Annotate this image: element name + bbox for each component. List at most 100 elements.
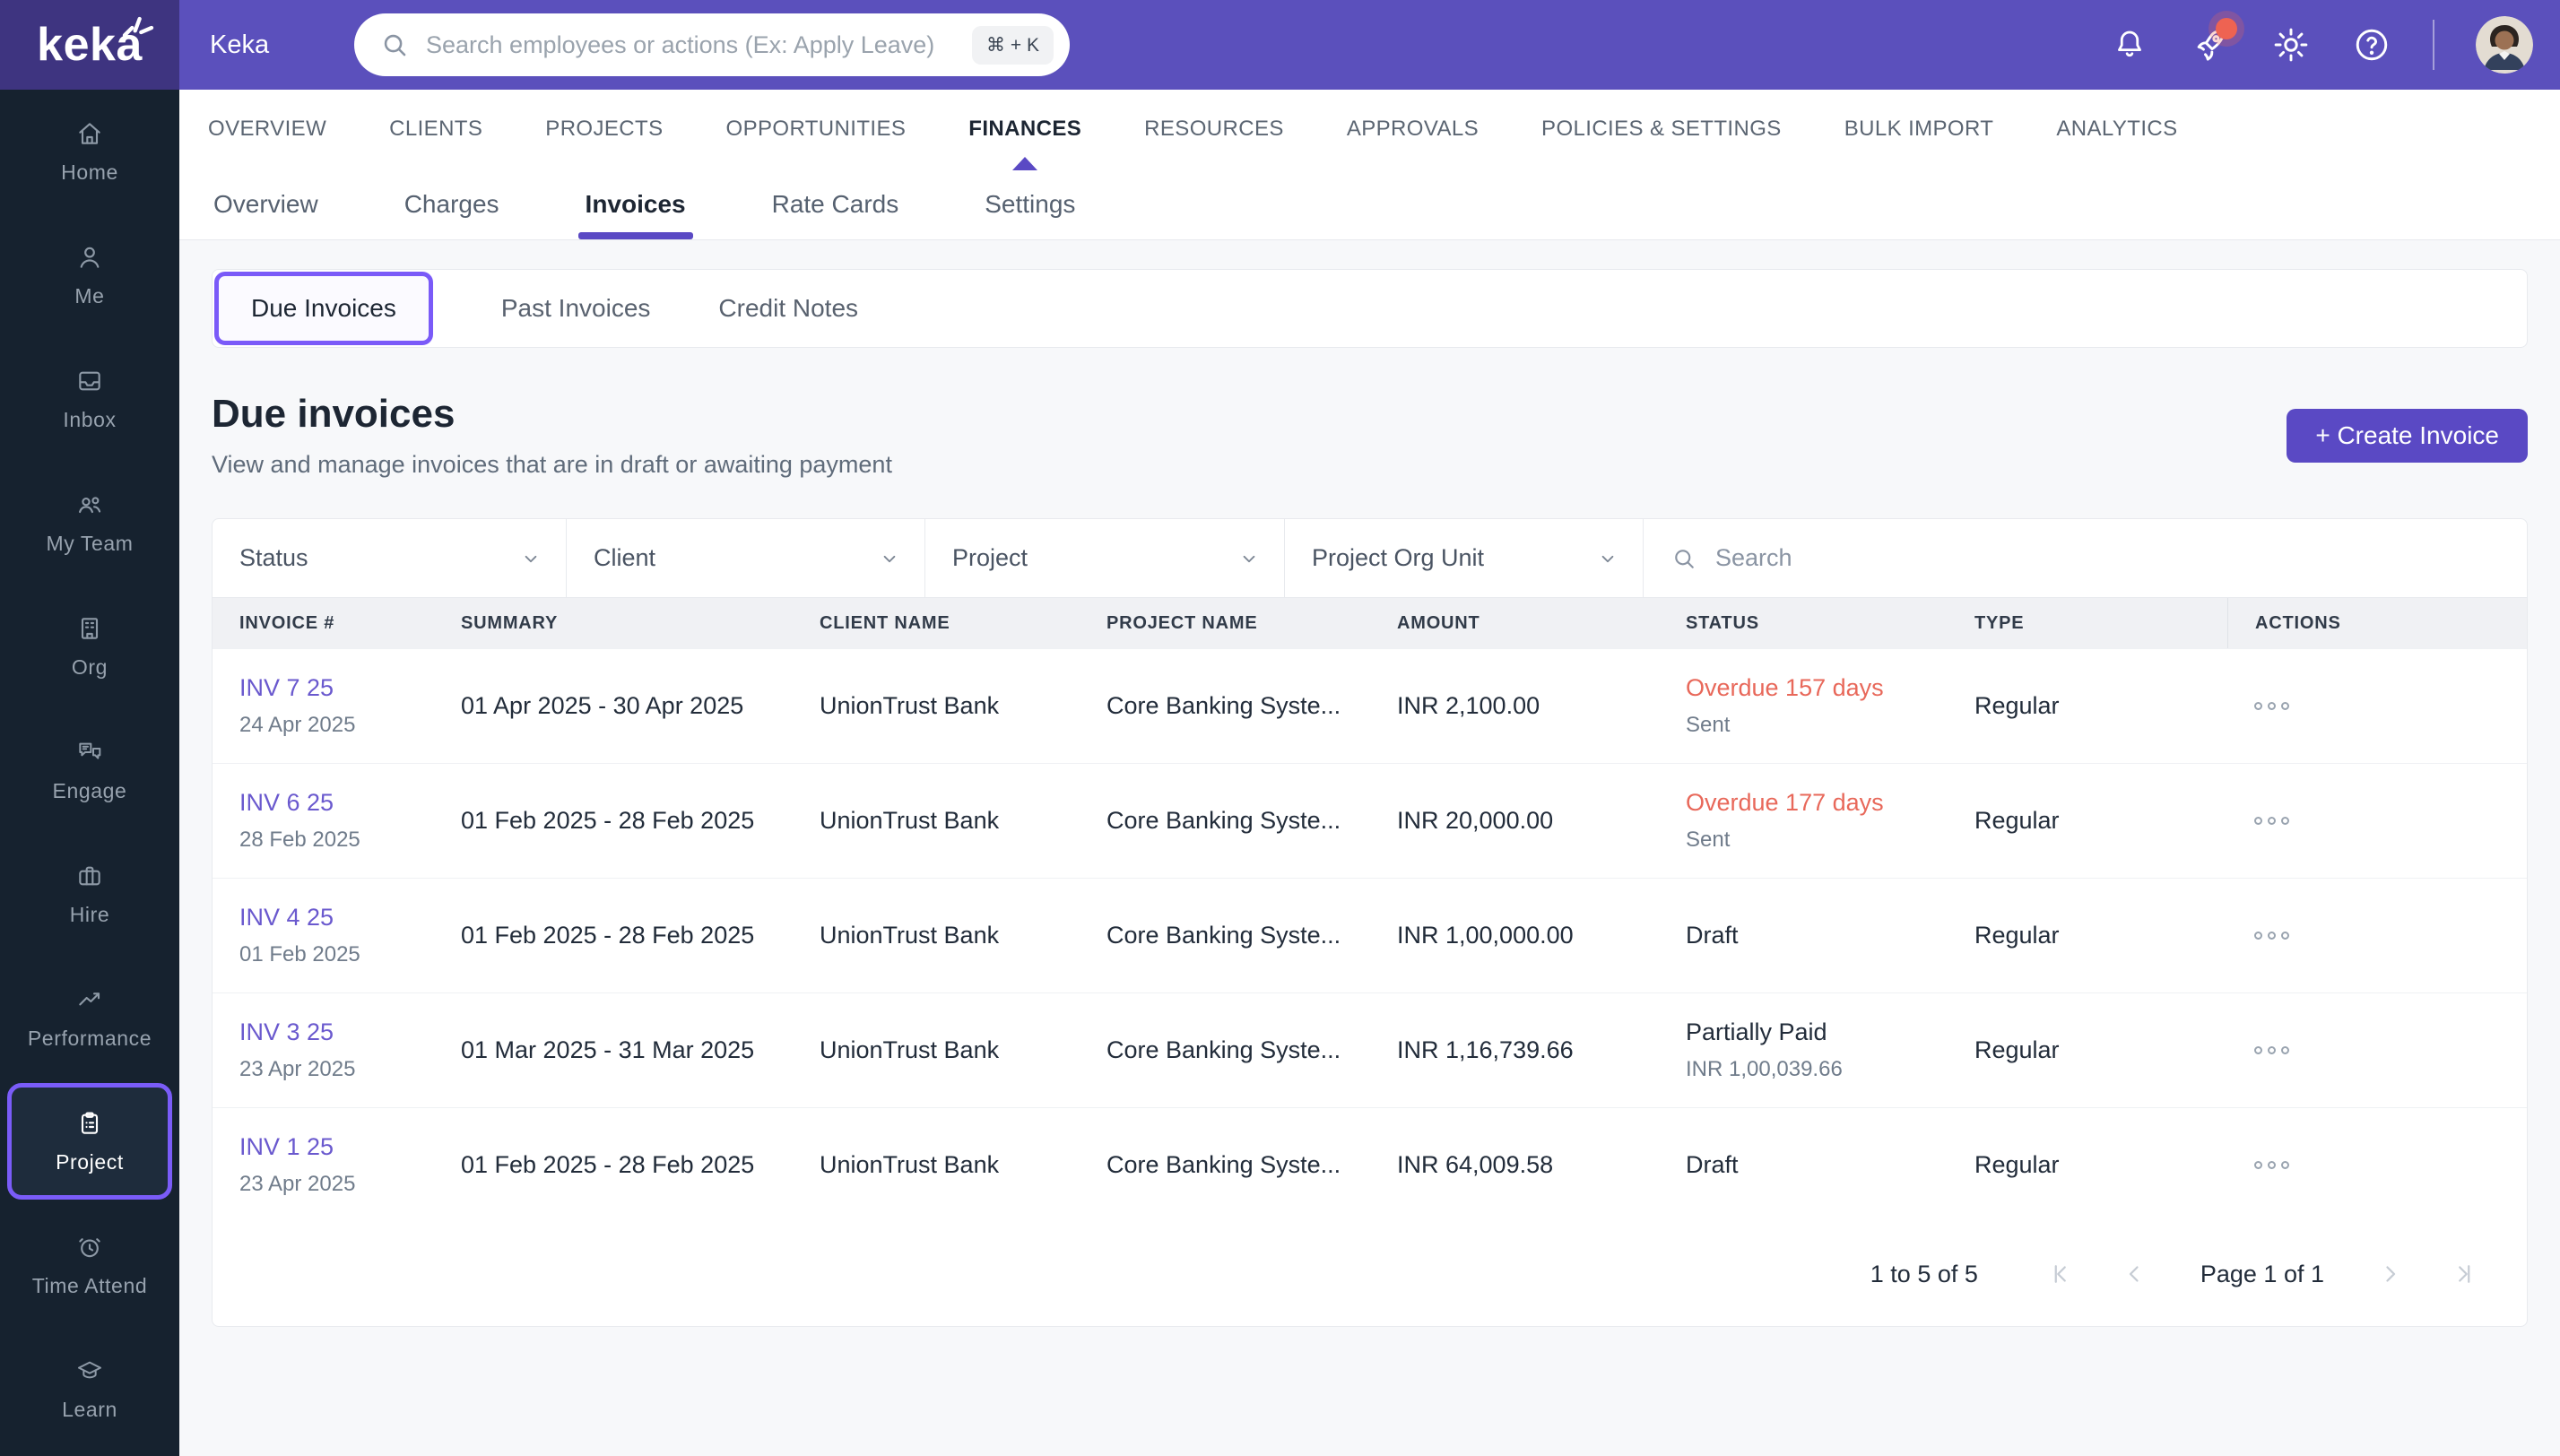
page-content: Due Invoices Past Invoices Credit Notes … bbox=[179, 240, 2560, 1456]
col-invoice: INVOICE # bbox=[239, 612, 335, 633]
sidebar-label: Org bbox=[71, 654, 108, 679]
gear-icon[interactable] bbox=[2271, 25, 2311, 65]
status-primary: Overdue 157 days bbox=[1686, 674, 1884, 701]
summary-cell: 01 Mar 2025 - 31 Mar 2025 bbox=[461, 1036, 755, 1063]
tab-approvals[interactable]: APPROVALS bbox=[1347, 90, 1479, 169]
sidebar-item-my-team[interactable]: My Team bbox=[0, 461, 179, 585]
pagination-range: 1 to 5 of 5 bbox=[1870, 1260, 1978, 1287]
amount-cell: INR 1,16,739.66 bbox=[1397, 1036, 1574, 1063]
invoice-tabs-card: Due Invoices Past Invoices Credit Notes bbox=[212, 269, 2528, 348]
sidebar-item-org[interactable]: Org bbox=[0, 585, 179, 708]
table-search-input[interactable] bbox=[1715, 544, 2500, 572]
bell-icon[interactable] bbox=[2110, 25, 2149, 65]
rocket-icon[interactable] bbox=[2191, 18, 2237, 65]
sidebar-item-engage[interactable]: Engage bbox=[0, 708, 179, 832]
sidebar-label: Time Attend bbox=[31, 1273, 148, 1297]
global-search[interactable]: ⌘ + K bbox=[354, 13, 1070, 76]
sidebar-item-home[interactable]: Home bbox=[0, 90, 179, 213]
sidebar-label: My Team bbox=[46, 531, 134, 555]
invoice-number-link[interactable]: INV 1 25 bbox=[239, 1133, 434, 1161]
help-icon[interactable] bbox=[2352, 25, 2391, 65]
invoice-date: 23 Apr 2025 bbox=[239, 1172, 356, 1196]
subtab-charges[interactable]: Charges bbox=[404, 169, 499, 239]
shortcut-badge: ⌘ + K bbox=[972, 25, 1054, 65]
status-secondary: INR 1,00,039.66 bbox=[1686, 1057, 1843, 1081]
summary-cell: 01 Apr 2025 - 30 Apr 2025 bbox=[461, 692, 744, 719]
filter-label: Project bbox=[952, 544, 1028, 571]
create-invoice-button[interactable]: + Create Invoice bbox=[2287, 408, 2528, 463]
previous-page-button[interactable] bbox=[2122, 1261, 2148, 1287]
sidebar-item-inbox[interactable]: Inbox bbox=[0, 337, 179, 461]
status-primary: Partially Paid bbox=[1686, 1018, 1827, 1045]
tab-credit-notes[interactable]: Credit Notes bbox=[718, 294, 858, 323]
tab-past-invoices[interactable]: Past Invoices bbox=[501, 294, 651, 323]
subtab-overview[interactable]: Overview bbox=[213, 169, 318, 239]
sidebar-item-time-attend[interactable]: Time Attend bbox=[0, 1203, 179, 1327]
row-actions-menu-button[interactable] bbox=[2227, 1046, 2527, 1054]
topbar: keka Keka ⌘ + K bbox=[0, 0, 2560, 90]
subtab-rate-cards[interactable]: Rate Cards bbox=[772, 169, 899, 239]
tab-projects[interactable]: PROJECTS bbox=[545, 90, 663, 169]
status-primary: Draft bbox=[1686, 922, 1739, 949]
last-page-button[interactable] bbox=[2450, 1261, 2477, 1287]
sidebar-label: Project bbox=[56, 1149, 124, 1174]
invoice-date: 23 Apr 2025 bbox=[239, 1057, 356, 1081]
status-filter-dropdown[interactable]: Status bbox=[213, 519, 567, 597]
col-status: STATUS bbox=[1686, 612, 1759, 633]
row-actions-menu-button[interactable] bbox=[2227, 932, 2527, 940]
subtab-settings[interactable]: Settings bbox=[985, 169, 1075, 239]
sidebar-item-me[interactable]: Me bbox=[0, 213, 179, 337]
col-project-name: PROJECT NAME bbox=[1106, 612, 1258, 633]
amount-cell: INR 1,00,000.00 bbox=[1397, 922, 1574, 949]
table-search[interactable] bbox=[1644, 519, 2527, 597]
sidebar-item-project[interactable]: Project bbox=[7, 1083, 172, 1200]
table-row: INV 1 25 23 Apr 2025 01 Feb 2025 - 28 Feb… bbox=[213, 1107, 2527, 1222]
invoice-date: 24 Apr 2025 bbox=[239, 713, 356, 737]
col-client-name: CLIENT NAME bbox=[820, 612, 950, 633]
graduation-cap-icon bbox=[78, 1361, 101, 1378]
search-icon bbox=[384, 34, 406, 56]
row-actions-menu-button[interactable] bbox=[2227, 817, 2527, 825]
filter-label: Project Org Unit bbox=[1312, 544, 1485, 571]
type-cell: Regular bbox=[1974, 1036, 2060, 1063]
avatar[interactable] bbox=[2476, 16, 2533, 74]
sidebar-item-hire[interactable]: Hire bbox=[0, 832, 179, 956]
client-filter-dropdown[interactable]: Client bbox=[567, 519, 925, 597]
sidebar-item-performance[interactable]: Performance bbox=[0, 956, 179, 1079]
status-primary: Draft bbox=[1686, 1151, 1739, 1178]
col-summary: SUMMARY bbox=[461, 612, 559, 633]
summary-cell: 01 Feb 2025 - 28 Feb 2025 bbox=[461, 1151, 755, 1178]
pagination-page-label: Page 1 of 1 bbox=[2200, 1260, 2324, 1287]
tab-resources[interactable]: RESOURCES bbox=[1144, 90, 1284, 169]
sidebar-label: Performance bbox=[27, 1026, 152, 1050]
invoice-number-link[interactable]: INV 6 25 bbox=[239, 789, 434, 817]
keka-logo[interactable]: keka bbox=[0, 0, 179, 90]
filter-label: Client bbox=[594, 544, 656, 571]
tab-overview[interactable]: OVERVIEW bbox=[208, 90, 326, 169]
tab-due-invoices[interactable]: Due Invoices bbox=[214, 272, 433, 345]
project-filter-dropdown[interactable]: Project bbox=[925, 519, 1285, 597]
invoice-number-link[interactable]: INV 4 25 bbox=[239, 904, 434, 932]
filter-label: Status bbox=[239, 544, 308, 571]
invoices-table-card: Status Client Project Project Org Unit S… bbox=[212, 518, 2528, 1327]
users-icon bbox=[79, 496, 101, 513]
next-page-button[interactable] bbox=[2376, 1261, 2403, 1287]
client-cell: UnionTrust Bank bbox=[820, 807, 1000, 834]
row-actions-menu-button[interactable] bbox=[2227, 1161, 2527, 1169]
tab-policies-settings[interactable]: POLICIES & SETTINGS bbox=[1541, 90, 1782, 169]
project-org-unit-filter-dropdown[interactable]: Project Org Unit bbox=[1285, 519, 1644, 597]
invoice-number-link[interactable]: INV 3 25 bbox=[239, 1018, 434, 1046]
tab-analytics[interactable]: ANALYTICS bbox=[2056, 90, 2177, 169]
subtab-invoices[interactable]: Invoices bbox=[577, 169, 693, 239]
invoice-number-link[interactable]: INV 7 25 bbox=[239, 674, 434, 702]
sidebar-item-learn[interactable]: Learn bbox=[0, 1327, 179, 1451]
row-actions-menu-button[interactable] bbox=[2227, 702, 2527, 710]
global-search-input[interactable] bbox=[426, 30, 973, 59]
tab-opportunities[interactable]: OPPORTUNITIES bbox=[726, 90, 907, 169]
sidebar-label: Engage bbox=[52, 778, 127, 802]
tab-clients[interactable]: CLIENTS bbox=[389, 90, 482, 169]
tab-finances[interactable]: FINANCES bbox=[968, 90, 1081, 169]
amount-cell: INR 64,009.58 bbox=[1397, 1151, 1554, 1178]
tab-bulk-import[interactable]: BULK IMPORT bbox=[1844, 90, 1994, 169]
first-page-button[interactable] bbox=[2048, 1261, 2075, 1287]
